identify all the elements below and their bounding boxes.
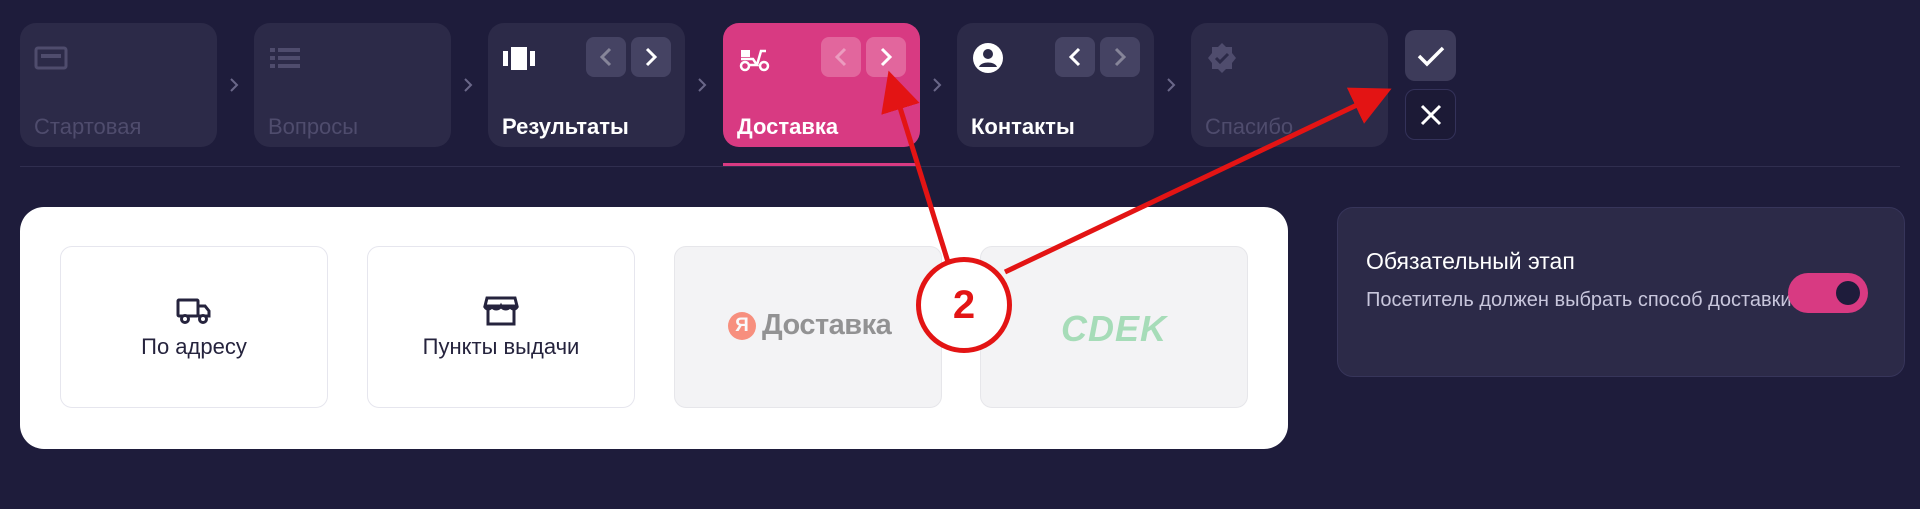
chevron-right-icon [880, 47, 893, 67]
toggle-knob [1836, 281, 1860, 305]
move-right-button[interactable] [866, 37, 906, 77]
confirm-button[interactable] [1405, 30, 1456, 81]
option-label: Пункты выдачи [422, 334, 580, 359]
chevron-right-icon [645, 47, 658, 67]
chevron-right-icon [930, 74, 944, 96]
annotation-badge: 2 [916, 257, 1012, 353]
person-icon [973, 43, 1003, 73]
step-questions[interactable]: Вопросы [254, 23, 451, 147]
active-step-indicator [723, 163, 919, 166]
required-stage-title: Обязательный этап [1366, 248, 1575, 274]
step-contacts[interactable]: Контакты [957, 23, 1154, 147]
step-label: Вопросы [268, 114, 359, 139]
delivery-options-panel: По адресу Пункты выдачи Я Доставка СDEK [20, 207, 1288, 449]
store-icon [483, 296, 519, 326]
step-label: Контакты [971, 114, 1075, 139]
steps-bar: Стартовая Вопросы Результаты Доставка Ко… [0, 0, 1920, 170]
required-stage-card: Обязательный этап Посетитель должен выбр… [1337, 207, 1905, 377]
option-label: По адресу [141, 334, 247, 359]
window-icon [34, 46, 68, 70]
chevron-right-icon [1114, 47, 1127, 67]
columns-icon [503, 47, 535, 70]
step-label: Доставка [737, 114, 839, 139]
steps-divider [20, 166, 1900, 167]
step-label: Стартовая [34, 114, 142, 139]
step-label: Спасибо [1205, 114, 1294, 139]
option-address[interactable]: По адресу [60, 246, 328, 408]
step-thanks[interactable]: Спасибо [1191, 23, 1388, 147]
chevron-left-icon [599, 47, 612, 67]
check-icon [1417, 46, 1444, 66]
chevron-right-icon [461, 74, 475, 96]
move-left-button[interactable] [821, 37, 861, 77]
chevron-left-icon [1068, 47, 1081, 67]
cdek-logo: СDEK [1060, 308, 1167, 349]
chevron-right-icon [695, 74, 709, 96]
required-stage-toggle[interactable] [1788, 273, 1868, 313]
scooter-icon [739, 49, 770, 72]
move-right-button[interactable] [1100, 37, 1140, 77]
close-icon [1420, 104, 1441, 125]
verified-badge-icon [1208, 43, 1236, 73]
step-label: Результаты [502, 114, 629, 139]
list-icon [270, 48, 300, 68]
step-results[interactable]: Результаты [488, 23, 685, 147]
cancel-button[interactable] [1405, 89, 1456, 140]
yandex-delivery-logo: Я Доставка [728, 309, 892, 342]
option-yandex-delivery[interactable]: Я Доставка [674, 246, 942, 408]
yandex-logo-text: Доставка [762, 309, 892, 341]
chevron-right-icon [1164, 74, 1178, 96]
move-left-button[interactable] [1055, 37, 1095, 77]
yandex-logo-mark: Я [728, 311, 756, 340]
move-right-button[interactable] [631, 37, 671, 77]
option-pickup-points[interactable]: Пункты выдачи [367, 246, 635, 408]
move-left-button[interactable] [586, 37, 626, 77]
required-stage-description: Посетитель должен выбрать способ доставк… [1366, 289, 1792, 311]
step-delivery[interactable]: Доставка [723, 23, 920, 147]
chevron-left-icon [834, 47, 847, 67]
chevron-right-icon [227, 74, 241, 96]
truck-icon [176, 298, 211, 324]
option-cdek[interactable]: СDEK [980, 246, 1248, 408]
step-start[interactable]: Стартовая [20, 23, 217, 147]
